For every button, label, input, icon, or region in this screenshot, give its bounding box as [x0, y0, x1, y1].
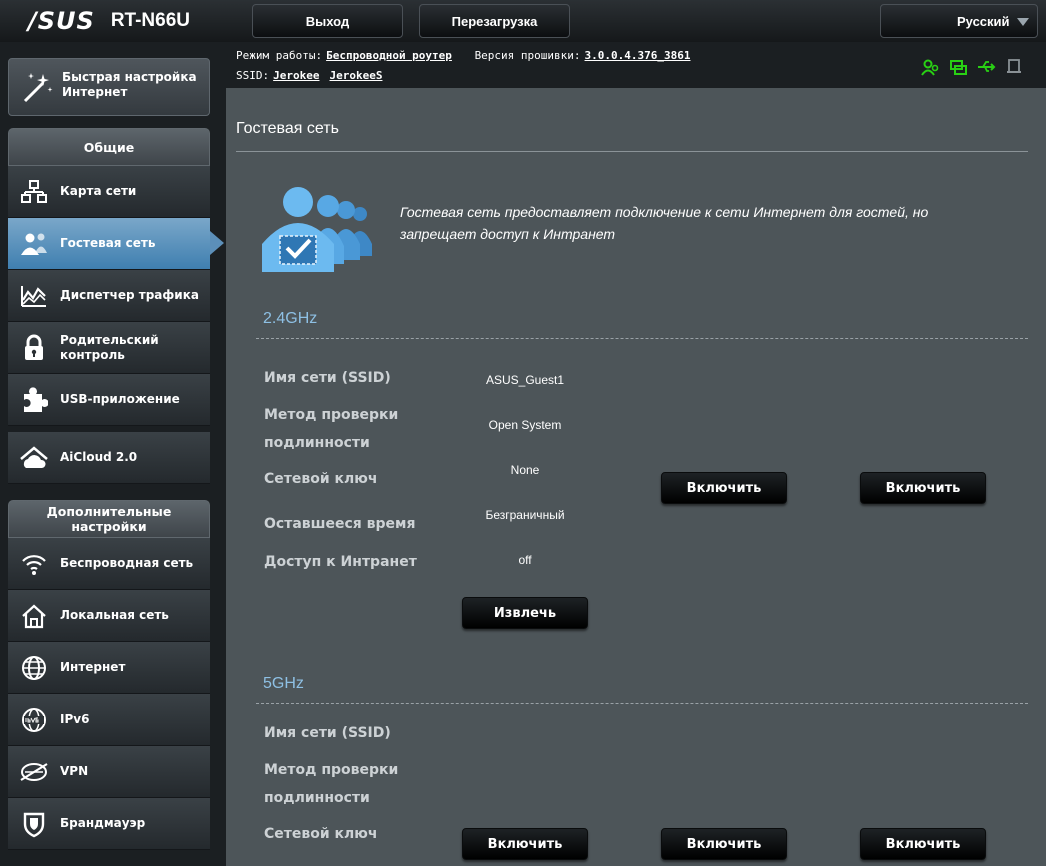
guest-time-value: Безграничный [485, 508, 565, 522]
ipv6-icon [8, 694, 60, 746]
network-map-icon [8, 166, 60, 218]
sidebar-item-label: Гостевая сеть [60, 236, 156, 250]
sidebar-item-traffic-manager[interactable]: Диспетчер трафика [8, 270, 210, 322]
intranet-access-label: Доступ к Интранет [264, 554, 417, 570]
page-title: Гостевая сеть [236, 120, 339, 137]
sidebar-item-label: VPN [60, 764, 89, 778]
sidebar-item-lan[interactable]: Локальная сеть [8, 590, 210, 642]
globe-icon [8, 642, 60, 694]
band-5ghz-title: 5GHz [263, 675, 304, 692]
firmware-link[interactable]: 3.0.0.4.376_3861 [585, 49, 691, 62]
chevron-down-icon [1017, 18, 1029, 26]
sidebar-item-firewall[interactable]: Брандмауэр [8, 798, 210, 850]
general-section-header: Общие [8, 128, 210, 166]
sidebar-item-guest-network[interactable]: Гостевая сеть [8, 218, 210, 270]
band-24ghz-divider [256, 338, 1028, 339]
sidebar-item-label: AiCloud 2.0 [60, 450, 138, 464]
network-key-label: Сетевой ключ [264, 471, 378, 487]
ssid-label: SSID: [236, 69, 270, 82]
language-value: Русский [957, 13, 1010, 29]
op-mode-link[interactable]: Беспроводной роутер [326, 49, 452, 62]
sidebar-item-label: Карта сети [60, 184, 137, 198]
auth-method-label: Метод проверки подлинности [264, 407, 399, 451]
sidebar-item-network-map[interactable]: Карта сети [8, 166, 210, 218]
band-24ghz-title: 2.4GHz [263, 310, 318, 327]
network-key-5g-label: Сетевой ключ [264, 826, 378, 842]
network-status-icon[interactable] [948, 57, 968, 77]
guest-network-icon [8, 218, 60, 270]
sidebar-item-label: Интернет [60, 660, 126, 674]
ssid-link-2[interactable]: JerokeeS [329, 69, 382, 82]
ssid-5g-label: Имя сети (SSID) [264, 725, 391, 741]
home-lan-icon [8, 590, 60, 642]
ssid-label: Имя сети (SSID) [264, 370, 391, 386]
guest-key-value: None [510, 463, 540, 477]
sidebar-item-label: USB-приложение [60, 392, 180, 406]
remove-guest-24-button[interactable]: Извлечь [462, 597, 588, 629]
sidebar-item-aicloud[interactable]: AiCloud 2.0 [8, 432, 210, 484]
main-content: Гостевая сеть Гостевая сеть предоставляе… [226, 88, 1046, 866]
enable-guest-5g-slot2-button[interactable]: Включить [661, 828, 787, 860]
status-info: Режим работы: Беспроводной роутер Версия … [236, 47, 1036, 87]
vpn-icon [8, 746, 60, 798]
language-select[interactable]: Русский [880, 4, 1038, 38]
sidebar-item-label: Родительский контроль [60, 332, 159, 362]
printer-status-icon[interactable] [1004, 57, 1024, 77]
firmware-label: Версия прошивки: [474, 49, 581, 62]
sidebar-item-usb-app[interactable]: USB-приложение [8, 374, 210, 426]
aicloud-icon [8, 432, 60, 484]
sidebar-item-label: Беспроводная сеть [60, 556, 194, 570]
logout-button[interactable]: Выход [252, 4, 403, 38]
guest-auth-value: Open System [488, 418, 562, 432]
sidebar-item-vpn[interactable]: VPN [8, 746, 210, 798]
clients-status-icon[interactable] [920, 57, 940, 77]
sidebar-item-label: Брандмауэр [60, 816, 146, 830]
sidebar-item-parental-control[interactable]: Родительский контроль [8, 322, 210, 374]
top-header: /SUS RT-N66U Выход Перезагрузка Русский [0, 0, 1046, 42]
remaining-time-label: Оставшееся время [264, 516, 416, 532]
guest-network-description: Гостевая сеть предоставляет подключение … [400, 204, 929, 242]
ssid-link-1[interactable]: Jerokee [273, 69, 319, 82]
sidebar-item-label: Диспетчер трафика [60, 288, 199, 302]
auth-method-5g-label: Метод проверки подлинности [264, 762, 399, 806]
wireless-icon [8, 538, 60, 590]
advanced-section-header: Дополнительные настройки [8, 500, 210, 538]
title-divider [236, 151, 1028, 152]
enable-guest-5g-slot1-button[interactable]: Включить [462, 828, 588, 860]
reboot-button[interactable]: Перезагрузка [419, 4, 570, 38]
asus-logo: /SUS RT-N66U [28, 7, 190, 35]
sidebar-item-wireless[interactable]: Беспроводная сеть [8, 538, 210, 590]
sidebar-item-internet[interactable]: Интернет [8, 642, 210, 694]
firewall-shield-icon [8, 798, 60, 850]
sidebar-item-label: Локальная сеть [60, 608, 169, 622]
traffic-manager-icon [8, 270, 60, 322]
enable-guest-24-slot2-button[interactable]: Включить [661, 472, 787, 504]
enable-guest-5g-slot3-button[interactable]: Включить [860, 828, 986, 860]
quick-internet-setup-button[interactable]: Быстрая настройка Интернет [8, 58, 210, 116]
band-5ghz-divider [256, 703, 1028, 704]
quick-setup-label: Быстрая настройка Интернет [62, 70, 197, 99]
guest-network-illustration-icon [260, 184, 378, 276]
magic-wand-icon [19, 69, 55, 109]
active-item-pointer [210, 231, 224, 255]
router-model: RT-N66U [110, 10, 191, 31]
brand-logo-text: /SUS [28, 7, 95, 35]
status-icons [920, 57, 1024, 77]
usb-puzzle-icon [8, 374, 60, 426]
enable-guest-24-slot3-button[interactable]: Включить [860, 472, 986, 504]
sidebar-item-label: IPv6 [60, 712, 90, 726]
sidebar-item-ipv6[interactable]: IPv6 [8, 694, 210, 746]
guest-ssid-value: ASUS_Guest1 [485, 373, 565, 387]
parental-lock-icon [8, 322, 60, 374]
guest-intranet-value: off [518, 553, 532, 567]
usb-status-icon[interactable] [976, 57, 996, 77]
op-mode-label: Режим работы: [236, 49, 323, 62]
